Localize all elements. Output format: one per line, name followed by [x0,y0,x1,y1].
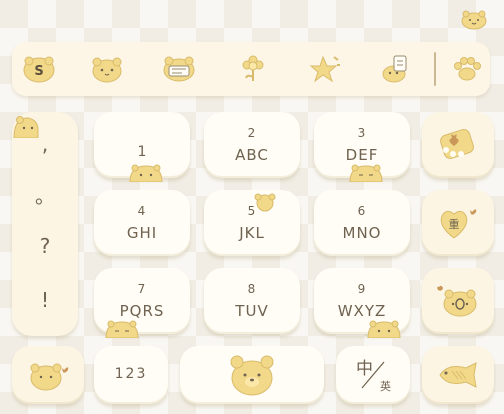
key-4-number: 4 [137,204,147,218]
key-3[interactable]: 3 DEF [314,112,410,182]
key-6[interactable]: 6 MNO [314,190,410,256]
svg-text:重: 重 [449,217,460,231]
numbers-key[interactable]: 123 [94,346,168,404]
emoji-key[interactable] [12,346,84,404]
bear-space-icon [230,355,274,396]
key-1-number: 1 [137,144,147,160]
bear-emoji-icon [30,363,69,391]
numbers-label: 123 [114,366,148,382]
bear-paw-delete-icon [440,129,474,159]
delete-key[interactable] [422,112,494,178]
key-9-number: 9 [357,282,367,296]
key-4[interactable]: 4 GHI [94,190,190,256]
key-9[interactable]: 9 WXYZ [314,268,410,338]
bear-zero-icon [437,285,477,317]
bear-peek-icon [349,164,383,182]
paw-icon[interactable] [450,54,484,84]
lang-en-label: 英 [380,380,391,393]
bear-peek-icon [129,164,163,182]
key-2-letters: ABC [235,146,269,164]
flower-icon[interactable] [236,54,270,84]
punct-period[interactable]: 。 [12,180,78,209]
key-6-letters: MNO [342,224,382,242]
key-5[interactable]: 5 JKL [204,190,300,256]
bear-keyboard-icon[interactable] [162,54,196,84]
reset-key[interactable]: 重 [422,190,494,256]
bear-face-icon[interactable] [90,54,124,84]
swype-s-icon[interactable]: S [22,54,56,84]
zero-key[interactable] [422,268,494,334]
key-2-number: 2 [247,126,257,140]
key-5-number: 5 [247,204,257,218]
key-6-number: 6 [357,204,367,218]
enter-key[interactable] [422,346,494,404]
space-key[interactable] [180,346,324,404]
key-7[interactable]: 7 PQRS [94,268,190,338]
key-1[interactable]: 1 [94,112,190,182]
key-8-number: 8 [247,282,257,296]
key-8-letters: TUV [235,302,269,320]
bear-peek-icon [105,320,139,338]
punct-comma[interactable]: , [12,132,78,156]
toolbar: S [12,42,490,96]
punctuation-column[interactable]: , 。 ? ! [12,112,78,336]
punct-question[interactable]: ? [12,234,78,258]
key-3-number: 3 [357,126,367,140]
bear-peek-icon [367,320,401,338]
heart-reset-icon: 重 [440,209,477,239]
key-7-number: 7 [137,282,147,296]
bear-corner-icon [461,10,487,30]
svg-text:S: S [34,64,43,79]
taiyaki-fish-icon [439,362,477,388]
key-8[interactable]: 8 TUV [204,268,300,334]
clipboard-bear-icon[interactable] [380,54,414,84]
key-4-letters: GHI [126,224,158,242]
language-switch-key[interactable]: 中 英 [336,346,410,404]
star-icon[interactable] [308,54,342,84]
key-5-letters: JKL [239,224,265,242]
toolbar-divider [434,52,436,86]
punct-exclamation[interactable]: ! [12,288,78,312]
key-2[interactable]: 2 ABC [204,112,300,178]
